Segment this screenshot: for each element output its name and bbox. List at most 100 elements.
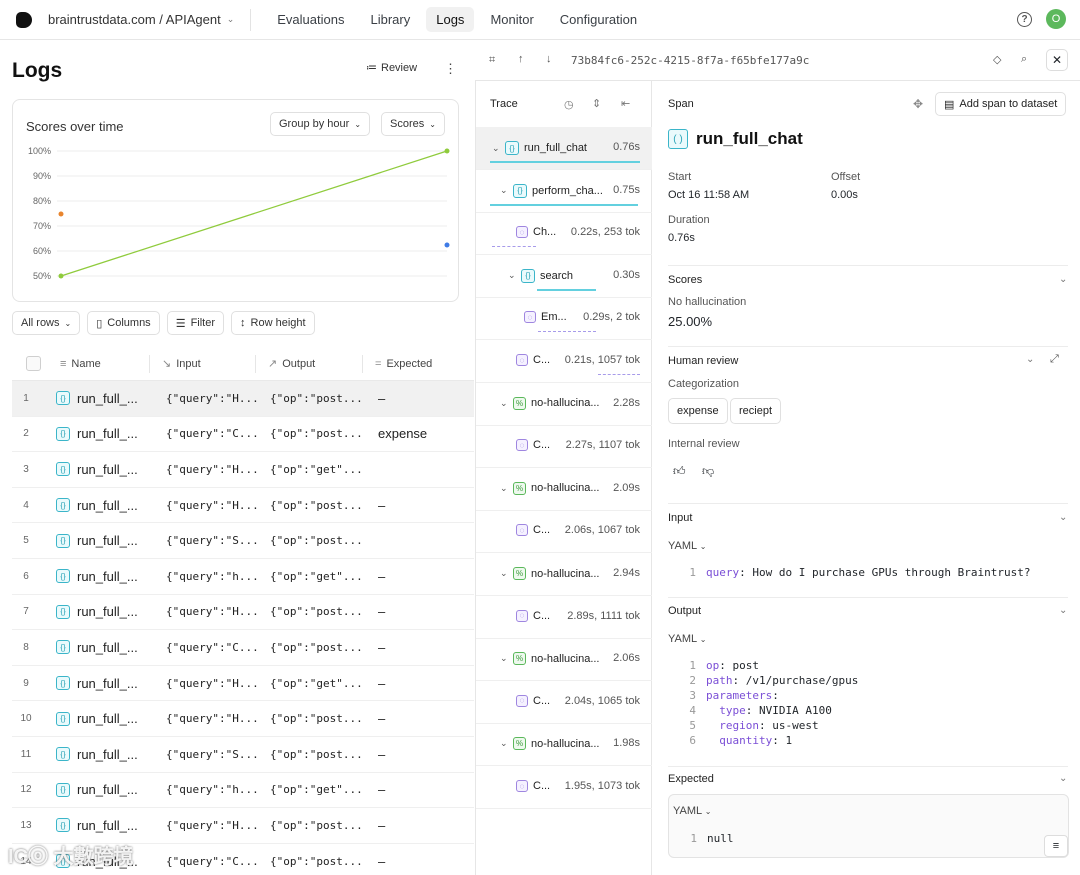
trace-node[interactable]: ⌄ {} perform_cha... 0.75s xyxy=(476,170,652,213)
human-review-section-title[interactable]: Human review xyxy=(668,355,738,367)
chevron-down-icon[interactable]: ⌄ xyxy=(508,270,516,281)
data-point[interactable] xyxy=(58,273,64,279)
function-icon: {} xyxy=(56,640,70,655)
data-point[interactable] xyxy=(444,242,450,248)
expected-format-dropdown[interactable]: YAML ⌄ xyxy=(673,805,712,817)
table-row[interactable]: 13 {} run_full_... {"query":"H... {"op":"pos… xyxy=(12,808,474,844)
chevron-down-icon[interactable]: ⌄ xyxy=(1059,512,1067,523)
select-all-checkbox[interactable] xyxy=(26,356,41,371)
table-row[interactable]: 8 {} run_full_... {"query":"C... {"op":"post… xyxy=(12,630,474,666)
arrow-up-icon[interactable]: ↑ xyxy=(518,53,524,65)
chevron-down-icon[interactable]: ⌄ xyxy=(500,568,508,579)
trace-node[interactable]: ◌ C... 2.04s, 1065 tok xyxy=(476,681,652,724)
tab-monitor[interactable]: Monitor xyxy=(480,7,543,32)
tag-reciept[interactable]: reciept xyxy=(730,398,782,424)
all-rows-dropdown[interactable]: All rows ⌄ xyxy=(12,311,81,335)
output-format-dropdown[interactable]: YAML ⌄ xyxy=(668,633,707,645)
output-section-title[interactable]: Output xyxy=(668,605,701,617)
table-row[interactable]: 9 {} run_full_... {"query":"H... {"op":"get"… xyxy=(12,666,474,702)
thumbs-down-icon[interactable]: 👎︎ xyxy=(702,464,714,479)
table-row[interactable]: 2 {} run_full_... {"query":"C... {"op":"post… xyxy=(12,417,474,453)
tag-icon[interactable]: ◇ xyxy=(993,53,1001,66)
more-options-icon[interactable]: ⋮ xyxy=(444,61,457,77)
trace-node[interactable]: ⌄% no-hallucina... 2.09s xyxy=(476,468,652,511)
table-row[interactable]: 10 {} run_full_... {"query":"H... {"op":"pos… xyxy=(12,701,474,737)
chevron-down-icon[interactable]: ⌄ xyxy=(500,185,508,196)
project-selector[interactable]: braintrustdata.com / APIAgent ⌄ xyxy=(48,12,234,27)
trace-id: 73b84fc6-252c-4215-8f7a-f65bfe177a9c xyxy=(571,54,810,67)
search-icon[interactable]: ⌕ xyxy=(1021,53,1027,66)
table-row[interactable]: 1 {} run_full_... {"query":"H... {"op":"post… xyxy=(12,381,474,417)
table-row[interactable]: 11 {} run_full_... {"query":"S... {"op":"pos… xyxy=(12,737,474,773)
trace-node[interactable]: ◌ C... 1.95s, 1073 tok xyxy=(476,766,652,809)
scores-section-title[interactable]: Scores xyxy=(668,274,702,286)
chevron-down-icon[interactable]: ⌄ xyxy=(500,738,508,749)
scores-dropdown[interactable]: Scores ⌄ xyxy=(381,112,445,136)
trace-node[interactable]: ⌄% no-hallucina... 1.98s xyxy=(476,723,652,767)
close-icon[interactable]: ✕ xyxy=(1046,49,1068,71)
braintrust-logo-icon[interactable] xyxy=(16,11,32,28)
trace-node[interactable]: ◌ Ch... 0.22s, 253 tok xyxy=(476,212,652,256)
span-name: run_full_chat xyxy=(696,129,803,148)
chevron-down-icon[interactable]: ⌄ xyxy=(500,398,508,409)
column-header-input[interactable]: ↘ Input xyxy=(150,354,256,373)
arrow-down-icon[interactable]: ↓ xyxy=(546,53,552,65)
trace-node[interactable]: ⌄ {} search 0.30s xyxy=(476,255,652,298)
chevron-down-icon[interactable]: ⌄ xyxy=(500,483,508,494)
data-point[interactable] xyxy=(58,211,64,217)
columns-button[interactable]: ▯ Columns xyxy=(87,311,160,335)
trace-node[interactable]: ⌄% no-hallucina... 2.94s xyxy=(476,553,652,596)
timer-icon[interactable]: ◷ xyxy=(564,98,574,111)
thumbs-up-icon[interactable]: 👍︎ xyxy=(673,464,686,479)
table-row[interactable]: 7 {} run_full_... {"query":"H... {"op":"post… xyxy=(12,595,474,631)
table-row[interactable]: 3 {} run_full_... {"query":"H... {"op":"get"… xyxy=(12,452,474,488)
review-button[interactable]: ≔ Review xyxy=(366,61,417,75)
expand-icon[interactable]: ⌗ xyxy=(489,54,495,67)
trace-node[interactable]: ⌄% no-hallucina... 2.06s xyxy=(476,638,652,682)
table-row[interactable]: 12 {} run_full_... {"query":"h... {"op":"get… xyxy=(12,773,474,809)
trace-node[interactable]: ◌ C... 0.21s, 1057 tok xyxy=(476,340,652,383)
expected-section-title[interactable]: Expected xyxy=(668,773,714,785)
table-row[interactable]: 5 {} run_full_... {"query":"S... {"op":"post… xyxy=(12,523,474,559)
tab-library[interactable]: Library xyxy=(360,7,420,32)
expand-arrows-icon[interactable]: ⤢ xyxy=(1050,353,1059,366)
table-row[interactable]: 4 {} run_full_... {"query":"H... {"op":"post… xyxy=(12,488,474,524)
menu-icon[interactable]: ≡ xyxy=(1044,835,1068,857)
group-by-dropdown[interactable]: Group by hour ⌄ xyxy=(270,112,371,136)
input-section-title[interactable]: Input xyxy=(668,512,692,524)
chevron-down-icon[interactable]: ⌄ xyxy=(1059,773,1067,784)
data-point[interactable] xyxy=(444,148,450,154)
drag-handle-icon[interactable]: ✥ xyxy=(913,97,923,111)
avatar[interactable]: O xyxy=(1046,9,1066,29)
column-header-name[interactable]: ≡ Name xyxy=(56,354,150,373)
tab-configuration[interactable]: Configuration xyxy=(550,7,647,32)
input-format-dropdown[interactable]: YAML ⌄ xyxy=(668,540,707,552)
tab-logs[interactable]: Logs xyxy=(426,7,475,32)
filter-button[interactable]: ☰ Filter xyxy=(166,311,225,335)
help-icon[interactable]: ? xyxy=(1017,11,1032,27)
trace-node[interactable]: ⌄ {} run_full_chat 0.76s xyxy=(476,127,652,170)
trace-node[interactable]: ◌ C... 2.27s, 1107 tok xyxy=(476,425,652,469)
start-value: Oct 16 11:58 AM xyxy=(668,189,750,201)
align-left-icon[interactable]: ⇤ xyxy=(621,97,630,110)
scores-label: Scores xyxy=(390,118,425,130)
add-span-to-dataset-button[interactable]: ▤ Add span to dataset xyxy=(935,92,1067,116)
column-header-output[interactable]: ↗ Output xyxy=(256,354,363,373)
collapse-icon[interactable]: ⇕ xyxy=(592,97,601,110)
table-row[interactable]: 6 {} run_full_... {"query":"h... {"op":"get"… xyxy=(12,559,474,595)
trace-node[interactable]: ◌ Em... 0.29s, 2 tok xyxy=(476,297,652,341)
trace-node[interactable]: ◌ C... 2.89s, 1111 tok xyxy=(476,596,652,639)
trace-node[interactable]: ◌ C... 2.06s, 1067 tok xyxy=(476,510,652,554)
chevron-down-icon[interactable]: ⌄ xyxy=(492,143,500,154)
tab-evaluations[interactable]: Evaluations xyxy=(267,7,354,32)
chevron-down-icon[interactable]: ⌄ xyxy=(1026,354,1034,365)
tag-expense[interactable]: expense xyxy=(668,398,728,424)
chevron-down-icon[interactable]: ⌄ xyxy=(500,653,508,664)
row-output: {"op":"post... xyxy=(270,854,363,868)
trace-node[interactable]: ⌄% no-hallucina... 2.28s xyxy=(476,383,652,426)
chevron-down-icon[interactable]: ⌄ xyxy=(1059,605,1067,616)
column-header-expected[interactable]: = Expected xyxy=(363,355,463,373)
chevron-down-icon[interactable]: ⌄ xyxy=(1059,274,1067,285)
line-number: 1 xyxy=(690,832,697,845)
row-height-button[interactable]: ↕ Row height xyxy=(231,311,315,335)
